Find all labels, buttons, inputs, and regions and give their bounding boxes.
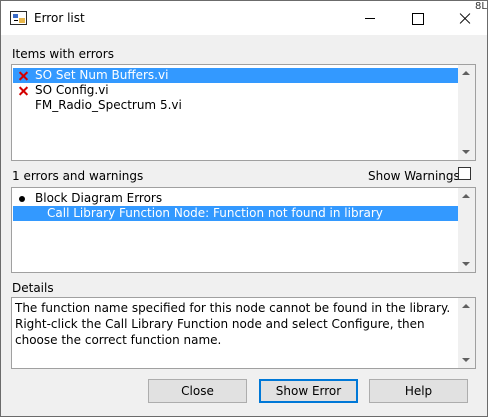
error-x-icon [18,85,29,96]
details-textbox[interactable]: The function name specified for this nod… [11,297,476,369]
scroll-up-arrow-icon[interactable] [462,194,470,198]
scroll-down-arrow-icon[interactable] [462,150,470,154]
minimize-button[interactable] [347,1,393,35]
help-button[interactable]: Help [369,379,468,403]
items-list-scrollbar[interactable] [458,65,475,160]
details-label: Details [12,281,54,295]
show-warnings-checkbox[interactable] [458,167,471,180]
items-with-errors-list[interactable]: SO Set Num Buffers.vi SO Config.vi FM_Ra… [11,64,476,161]
title-bar[interactable]: Error list 8L [1,1,487,35]
error-list-window: Error list 8L Items with errors SO Set N… [0,0,488,417]
scroll-down-arrow-icon[interactable] [462,358,470,362]
list-item-so-set-num-buffers[interactable]: SO Set Num Buffers.vi [13,68,458,83]
background-window-fragment: 8L [475,1,487,12]
error-entry-call-library-function-node[interactable]: Call Library Function Node: Function not… [13,206,458,221]
maximize-button[interactable] [394,1,440,35]
errors-warnings-list[interactable]: Block Diagram Errors Call Library Functi… [11,187,476,273]
details-text: The function name specified for this nod… [15,301,451,347]
scroll-up-arrow-icon[interactable] [462,304,470,308]
errors-list-scrollbar[interactable] [458,188,475,272]
details-scrollbar[interactable] [458,298,475,368]
error-x-icon [18,70,29,81]
items-with-errors-label: Items with errors [12,47,114,61]
window-title: Error list [34,11,85,25]
show-warnings-label[interactable]: Show Warnings [368,169,460,183]
scroll-up-arrow-icon[interactable] [462,71,470,75]
labview-block-diagram-icon [10,11,27,25]
list-item-so-config[interactable]: SO Config.vi [13,83,458,98]
bullet-icon [19,196,25,202]
scroll-down-arrow-icon[interactable] [462,262,470,266]
list-item-fm-radio-spectrum[interactable]: FM_Radio_Spectrum 5.vi [13,98,458,113]
errors-warnings-count-label: 1 errors and warnings [12,169,144,183]
error-group-block-diagram[interactable]: Block Diagram Errors [13,191,458,206]
show-error-button[interactable]: Show Error [259,379,358,403]
close-button[interactable]: Close [148,379,247,403]
